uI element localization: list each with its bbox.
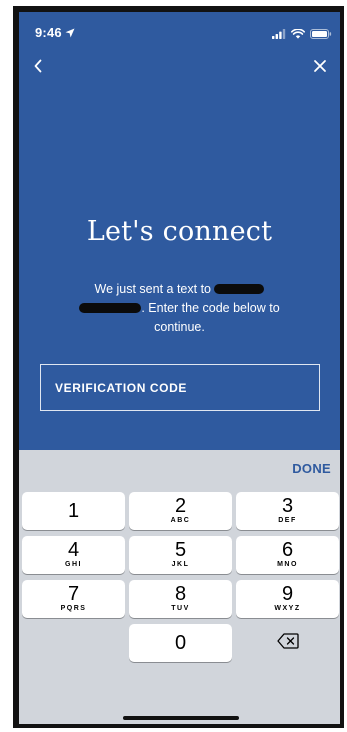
key-digit: 6 [281, 539, 294, 561]
redacted-phone-number-cont [79, 303, 142, 313]
key-letters: ABC [170, 517, 191, 524]
key-digit: 7 [67, 583, 80, 605]
status-time: 9:46 [35, 25, 75, 41]
numeric-keyboard: DONE 1 2 ABC 3 DEF 4 GHI 5 JKL 6 MNO 7 P… [19, 450, 340, 724]
keyboard-toolbar: DONE [19, 450, 340, 492]
status-time-text: 9:46 [35, 25, 62, 40]
key-0[interactable]: 0 [129, 624, 232, 662]
cellular-signal-icon [272, 26, 286, 44]
key-2[interactable]: 2 ABC [129, 492, 232, 530]
key-letters: PQRS [60, 605, 87, 612]
key-digit: 2 [174, 495, 187, 517]
delete-key[interactable] [236, 624, 339, 662]
verification-code-input[interactable] [53, 379, 319, 396]
chevron-left-icon [29, 59, 49, 80]
close-button[interactable] [310, 56, 330, 76]
redacted-phone-number [214, 284, 265, 294]
home-indicator [123, 716, 239, 720]
instruction-message: We just sent a text to . Enter the code … [59, 280, 300, 337]
location-arrow-icon [65, 26, 75, 41]
wifi-icon [291, 26, 305, 44]
key-7[interactable]: 7 PQRS [22, 580, 125, 618]
key-letters: GHI [65, 561, 82, 568]
key-letters: MNO [277, 561, 298, 568]
battery-icon [310, 26, 332, 44]
back-button[interactable] [29, 56, 49, 76]
key-digit: 3 [281, 495, 294, 517]
key-1[interactable]: 1 [22, 492, 125, 530]
page-title: Let's connect [86, 216, 273, 247]
key-5[interactable]: 5 JKL [129, 536, 232, 574]
key-letters: WXYZ [274, 605, 301, 612]
key-letters: JKL [171, 561, 190, 568]
message-text-1: We just sent a text to [94, 282, 212, 296]
done-button[interactable]: DONE [292, 461, 331, 476]
message-text-2: . Enter the code below to continue. [141, 301, 280, 334]
key-digit: 9 [281, 583, 294, 605]
key-3[interactable]: 3 DEF [236, 492, 339, 530]
key-letters: TUV [171, 605, 190, 612]
key-4[interactable]: 4 GHI [22, 536, 125, 574]
key-digit: 8 [174, 583, 187, 605]
key-8[interactable]: 8 TUV [129, 580, 232, 618]
key-digit: 1 [67, 500, 80, 522]
screenshot-frame: 9:46 Let's connect We just sent a text t… [0, 0, 347, 732]
key-digit: 4 [67, 539, 80, 561]
key-digit: 5 [174, 539, 187, 561]
close-icon [310, 60, 330, 80]
key-letters: DEF [278, 517, 297, 524]
app-screen: 9:46 Let's connect We just sent a text t… [19, 12, 340, 724]
status-icons [272, 26, 332, 44]
key-digit: 0 [174, 632, 187, 654]
verification-code-field[interactable] [40, 364, 320, 411]
key-9[interactable]: 9 WXYZ [236, 580, 339, 618]
key-6[interactable]: 6 MNO [236, 536, 339, 574]
backspace-icon [276, 632, 299, 654]
